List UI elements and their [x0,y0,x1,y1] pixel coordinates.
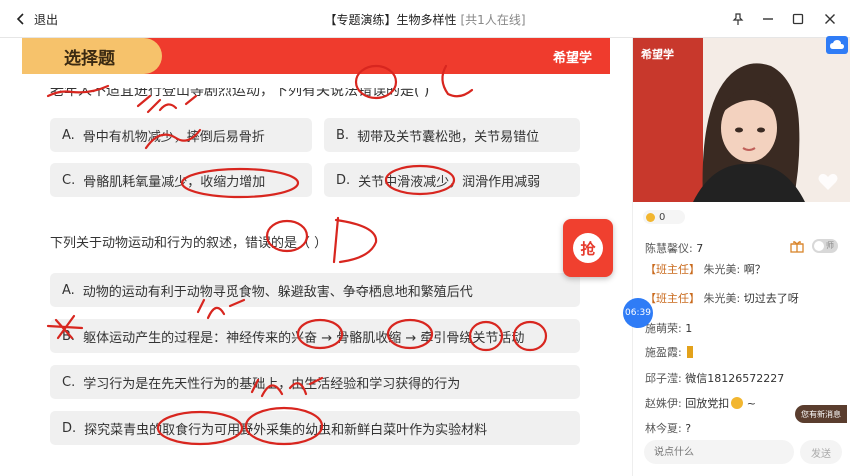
close-button[interactable] [820,9,840,29]
window-title: 【专题演练】生物多样性 [共1人在线] [0,11,850,28]
option-letter: A. [62,127,75,143]
q1-option-d: D. 关节中滑液减少，润滑作用减弱 [324,163,580,197]
option-text: 骨骼肌耗氧量减少，收缩力增加 [83,174,266,190]
pin-icon [732,13,744,25]
option-letter: D. [336,172,351,188]
q1-option-c: C. 骨骼肌耗氧量减少，收缩力增加 [50,163,312,197]
cloud-glyph [830,40,844,49]
option-letter: D. [62,420,77,436]
slide-header: 选择题 希望学 [22,38,610,74]
thumbs-icon [687,346,694,358]
classroom-app: 退出 【专题演练】生物多样性 [共1人在线] 选择题 希望学 老年人不适宜进行登山… [0,0,850,476]
chat-message: 施萌荣: 1 [645,322,693,335]
option-text: 动物的运动有利于动物寻觅食物、躲避敌害、争夺栖息地和繁殖后代 [82,284,473,300]
title-bar: 退出 【专题演练】生物多样性 [共1人在线] [0,0,850,38]
question-1-stem: 老年人不适宜进行登山等剧烈运动，下列有关说法错误的是( ) [50,83,430,99]
emoji-icon [731,397,744,409]
grab-answer-button[interactable]: 抢 [563,219,613,277]
teacher-only-toggle[interactable]: 师 [812,239,838,253]
chat-message: 【班主任】 朱光美: 啊？ [645,263,766,276]
option-text: 学习行为是在先天性行为的基础上，由生活经验和学习获得的行为 [83,376,461,392]
slide-area: 选择题 希望学 老年人不适宜进行登山等剧烈运动，下列有关说法错误的是( ) A.… [22,38,610,476]
pin-button[interactable] [728,9,748,29]
slide-tab: 选择题 [22,38,162,74]
maximize-button[interactable] [788,9,808,29]
chat-message: 【班主任】 朱光美: 切过去了呀 [645,292,799,305]
option-text: 躯体运动产生的过程是：神经传来的兴奋 → 骨骼肌收缩 → 牵引骨绕关节活动 [83,330,525,346]
maximize-icon [792,13,804,25]
option-letter: B. [62,328,76,344]
q2-option-d: D. 探究菜青虫的取食行为可用野外采集的幼虫和新鲜白菜叶作为实验材料 [50,411,580,445]
timer-badge[interactable]: 06:39 [623,298,653,328]
gift-icon[interactable] [790,239,804,253]
toggle-label: 师 [826,241,834,250]
chat-message: 施盈霞: [645,344,694,360]
like-counter[interactable]: 0 [643,210,685,224]
q2-option-c: C. 学习行为是在先天性行为的基础上，由生活经验和学习获得的行为 [50,365,580,399]
chat-input[interactable] [644,440,794,464]
toggle-knob [814,241,824,251]
coin-icon [646,212,655,222]
option-letter: A. [62,282,75,298]
option-letter: C. [62,172,76,188]
close-icon [825,14,835,24]
option-text: 关节中滑液减少，润滑作用减弱 [358,174,541,190]
option-text: 韧带及关节囊松弛，关节易错位 [357,129,540,145]
option-letter: B. [336,127,350,143]
q2-option-b: B. 躯体运动产生的过程是：神经传来的兴奋 → 骨骼肌收缩 → 牵引骨绕关节活动 [50,319,580,353]
minimize-icon [763,18,773,20]
teacher-figure [693,63,805,202]
chat-message: 赵姝伊: 回放党扣 ~ [645,397,756,410]
chat-message: 林今夏: ? [645,422,692,435]
grab-label: 抢 [573,233,603,263]
chat-message: 陈慧馨仪: 7 [645,242,704,255]
slide-brand: 希望学 [552,51,592,66]
new-message-button[interactable]: 您有新消息 [795,405,847,423]
minimize-button[interactable] [758,9,778,29]
cloud-icon[interactable] [826,36,848,54]
option-text: 骨中有机物减少，摔倒后易骨折 [82,129,265,145]
send-button[interactable]: 发送 [800,440,842,464]
q1-option-b: B. 韧带及关节囊松弛，关节易错位 [324,118,580,152]
heart-icon[interactable] [817,172,839,192]
question-2-stem: 下列关于动物运动和行为的叙述，错误的是（ ） [50,236,328,251]
option-text: 探究菜青虫的取食行为可用野外采集的幼虫和新鲜白菜叶作为实验材料 [84,422,488,438]
course-title: 【专题演练】生物多样性 [324,13,457,27]
chat-message: 邱子滢: 微信18126572227 [645,372,785,385]
teacher-video: 希望学 [633,38,850,202]
like-count: 0 [659,211,666,223]
option-letter: C. [62,374,76,390]
online-count: [共1人在线] [460,13,526,27]
q1-option-a: A. 骨中有机物减少，摔倒后易骨折 [50,118,312,152]
video-brand: 希望学 [641,48,674,61]
q2-option-a: A. 动物的运动有利于动物寻觅食物、躲避敌害、争夺栖息地和繁殖后代 [50,273,580,307]
